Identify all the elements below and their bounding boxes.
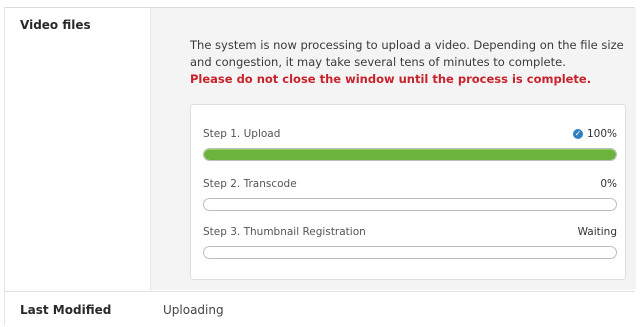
step-upload-progress-fill	[204, 149, 616, 160]
last-modified-label: Last Modified	[20, 303, 112, 317]
step-transcode: Step 2. Transcode 0%	[203, 177, 617, 211]
last-modified-value: Uploading	[163, 303, 224, 317]
check-circle-icon: ✓	[572, 129, 583, 139]
step-upload-label: Step 1. Upload	[203, 128, 281, 140]
step-upload-percent: 100%	[586, 128, 617, 140]
video-files-label-cell	[5, 8, 149, 290]
step-transcode-progress-bar	[203, 198, 617, 211]
step-thumbnail: Step 3. Thumbnail Registration Waiting	[203, 225, 617, 259]
step-transcode-status: 0%	[600, 178, 617, 190]
step-thumbnail-progress-bar	[203, 246, 617, 259]
step-upload: Step 1. Upload ✓ 100%	[203, 127, 617, 161]
do-not-close-warning: Please do not close the window until the…	[190, 72, 592, 86]
processing-message: The system is now processing to upload a…	[190, 37, 630, 88]
step-transcode-label: Step 2. Transcode	[203, 178, 297, 190]
step-thumbnail-status: Waiting	[577, 226, 617, 238]
video-files-label: Video files	[20, 18, 91, 32]
upload-progress-panel: Step 1. Upload ✓ 100% Step 2. Transcode …	[190, 104, 626, 280]
processing-info-text: The system is now processing to upload a…	[190, 38, 624, 69]
step-thumbnail-label: Step 3. Thumbnail Registration	[203, 226, 366, 238]
row-divider	[5, 291, 635, 292]
step-upload-progress-bar	[203, 148, 617, 161]
step-upload-status: ✓ 100%	[572, 128, 617, 140]
